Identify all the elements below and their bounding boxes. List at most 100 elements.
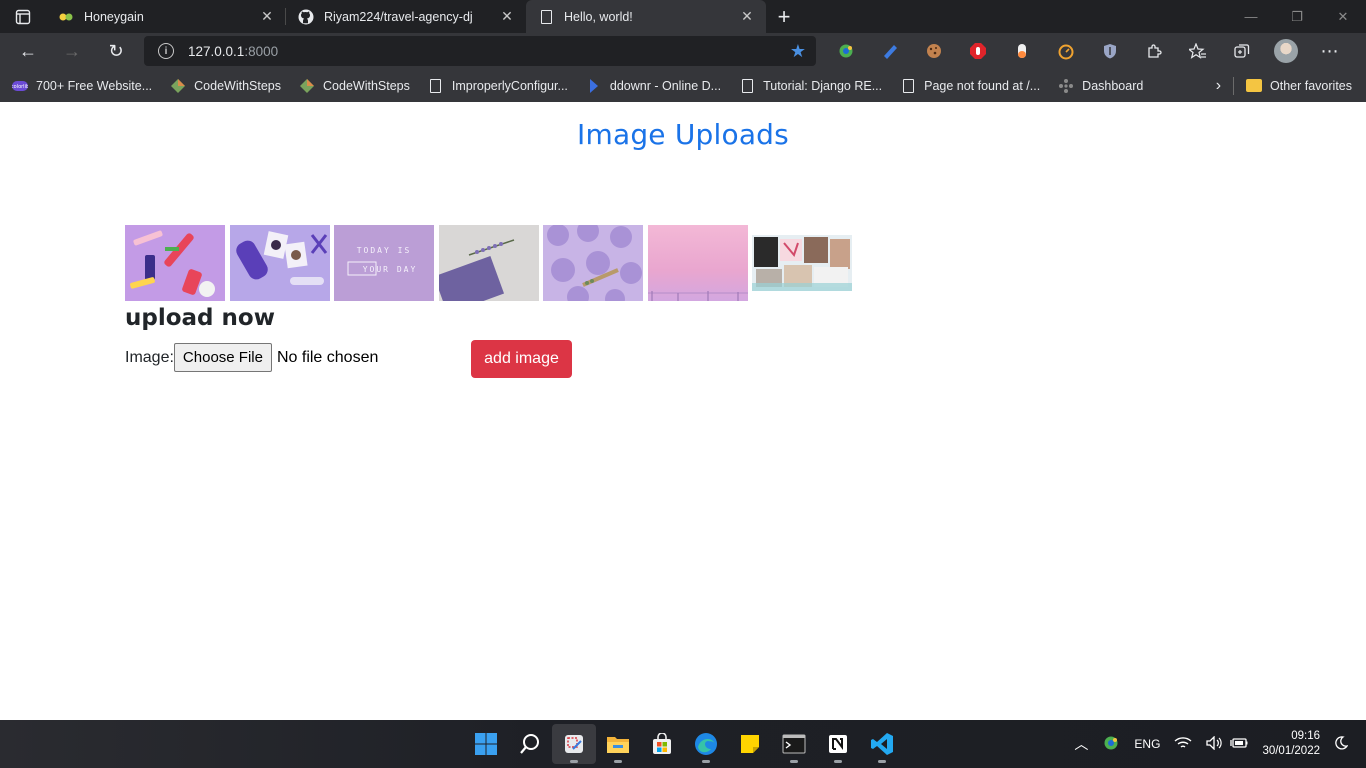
file-explorer-app[interactable] [596,724,640,764]
wifi-icon[interactable] [1174,736,1192,753]
minimize-button[interactable]: — [1228,0,1274,33]
colorlib-icon: colorlib [12,78,28,94]
collections-icon[interactable] [1220,33,1264,69]
settings-menu-button[interactable]: ⋯ [1308,33,1352,69]
file-status-text: No file chosen [276,348,379,366]
bookmark-item[interactable]: ImproperlyConfigur... [428,78,568,94]
bookmark-item[interactable]: Tutorial: Django RE... [739,78,882,94]
folder-icon [1246,79,1263,92]
extension-pill-icon[interactable] [1000,33,1044,69]
bookmark-item[interactable]: Dashboard [1058,78,1143,94]
language-indicator[interactable]: ENG [1134,737,1160,751]
close-icon[interactable]: ✕ [498,8,516,26]
tab-actions-button[interactable] [0,0,46,33]
volume-icon[interactable] [1206,734,1223,753]
extension-globe-icon[interactable] [824,33,868,69]
back-button[interactable]: ← [6,33,50,69]
tray-app-icon[interactable] [1102,735,1120,754]
restore-button[interactable]: ❐ [1274,0,1320,33]
notion-app[interactable] [816,724,860,764]
page-content: Image Uploads TODAY IS YOUR DAY upload no… [0,102,1366,720]
window-controls: — ❐ ✕ [1228,0,1366,33]
tab-actions-icon [15,9,31,24]
bookmark-item[interactable]: CodeWithSteps [170,78,281,94]
bookmark-item[interactable]: CodeWithSteps [299,78,410,94]
chevron-right-icon[interactable]: › [1216,77,1221,95]
search-button[interactable] [508,724,552,764]
extension-cookie-icon[interactable] [912,33,956,69]
tab-title: Honeygain [84,9,144,24]
moon-icon[interactable] [1334,735,1349,753]
new-tab-button[interactable]: + [766,0,802,33]
tab-title: Hello, world! [564,9,633,24]
tab-honeygain[interactable]: Honeygain ✕ [46,0,286,33]
store-icon [653,733,671,754]
extension-adblock-icon[interactable] [956,33,1000,69]
page-icon [900,78,916,94]
battery-icon[interactable] [1230,737,1248,752]
browser-toolbar: ← → ↻ i 127.0.0.1:8000 ★ ⋯ [0,33,1366,69]
tab-hello-world[interactable]: Hello, world! ✕ [526,0,766,33]
bookmarks-overflow: › Other favorites [1216,69,1352,102]
info-icon[interactable]: i [158,43,174,59]
address-bar[interactable]: i 127.0.0.1:8000 ★ [144,36,816,66]
svg-text:TODAY IS: TODAY IS [357,246,412,255]
microsoft-store-app[interactable] [640,724,684,764]
tab-title: Riyam224/travel-agency-dj [324,9,473,24]
close-icon[interactable]: ✕ [738,8,756,26]
page-title: Image Uploads [577,118,789,151]
close-window-button[interactable]: ✕ [1320,0,1366,33]
folder-icon [607,737,629,753]
terminal-icon [782,734,806,754]
vscode-icon [871,733,893,755]
choose-file-button[interactable]: Choose File [173,343,272,372]
sticky-note-icon [741,735,759,753]
add-image-button[interactable]: add image [471,340,572,378]
close-icon[interactable]: ✕ [258,8,276,26]
thumbnail-collage [752,225,852,301]
image-gallery: TODAY IS YOUR DAY [125,225,857,301]
favorite-star-icon[interactable]: ★ [790,41,806,62]
snipping-tool-app[interactable] [552,724,596,764]
clock[interactable]: 09:16 30/01/2022 [1262,729,1320,759]
tab-github[interactable]: Riyam224/travel-agency-dj ✕ [286,0,526,33]
start-button[interactable] [464,724,508,764]
favorites-list-icon[interactable] [1176,33,1220,69]
plus-icon: + [777,3,791,29]
system-tray: ︿ ENG 09:16 30/01/2022 [1074,720,1366,768]
taskbar-apps [464,720,904,768]
terminal-app[interactable] [772,724,816,764]
extension-timer-icon[interactable] [1044,33,1088,69]
more-dots-icon: ⋯ [1320,40,1340,61]
bookmark-item[interactable]: Page not found at /... [900,78,1040,94]
arrow-left-icon: ← [19,40,37,61]
bookmark-item[interactable]: ddownr - Online D... [586,78,721,94]
snipping-tool-icon [565,735,583,753]
thumbnail-purple-macarons [543,225,643,301]
codewithsteps-icon [170,78,186,94]
edge-app[interactable] [684,724,728,764]
url-text: 127.0.0.1:8000 [188,43,279,59]
bookmark-item[interactable]: colorlib 700+ Free Website... [12,78,152,94]
upload-heading: upload now [125,305,275,331]
sticky-notes-app[interactable] [728,724,772,764]
codewithsteps-icon [299,78,315,94]
clock-date: 30/01/2022 [1262,745,1320,757]
vscode-app[interactable] [860,724,904,764]
thumbnail-pink-sky [647,225,748,301]
profile-avatar[interactable] [1264,33,1308,69]
clock-time: 09:16 [1291,730,1320,742]
svg-text:YOUR DAY: YOUR DAY [363,265,418,274]
page-icon [739,78,755,94]
thumbnail-today-is-your-day: TODAY IS YOUR DAY [334,225,434,301]
avatar [1274,39,1298,63]
refresh-button[interactable]: ↻ [94,33,138,69]
chevron-up-icon[interactable]: ︿ [1074,734,1088,754]
forward-button[interactable]: → [50,33,94,69]
other-favorites[interactable]: Other favorites [1270,79,1352,93]
extension-shield-icon[interactable] [1088,33,1132,69]
extensions-puzzle-icon[interactable] [1132,33,1176,69]
extension-pen-icon[interactable] [868,33,912,69]
dashboard-icon [1058,78,1074,94]
taskbar: ︿ ENG 09:16 30/01/2022 [0,720,1366,768]
